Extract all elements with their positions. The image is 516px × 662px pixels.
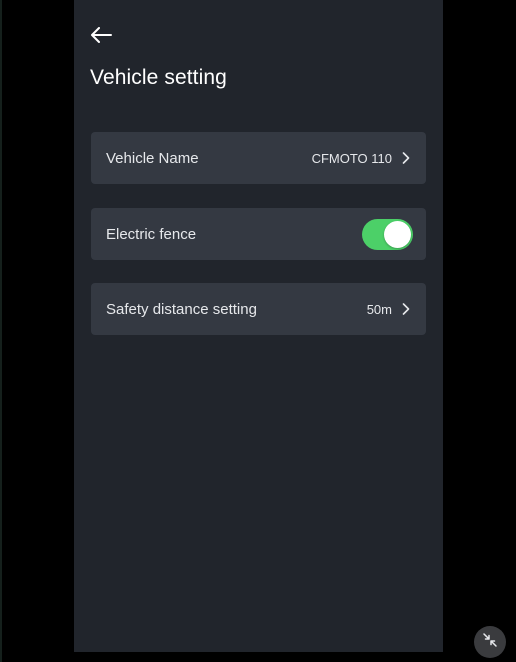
toggle-knob — [384, 220, 411, 248]
safety-distance-right: 50m — [367, 302, 412, 317]
collapse-button[interactable] — [474, 626, 506, 658]
page-title: Vehicle setting — [90, 66, 227, 89]
vehicle-name-right: CFMOTO 110 — [312, 151, 412, 166]
electric-fence-toggle[interactable] — [362, 218, 413, 250]
phone-screen: Vehicle setting Vehicle Name CFMOTO 110 … — [74, 0, 443, 652]
chevron-right-icon — [400, 302, 412, 316]
safety-distance-row[interactable]: Safety distance setting 50m — [91, 283, 426, 335]
safety-distance-value: 50m — [366, 301, 392, 317]
chevron-right-icon — [400, 151, 412, 165]
vehicle-name-value: CFMOTO 110 — [311, 150, 392, 166]
back-button[interactable] — [88, 24, 114, 50]
safety-distance-label: Safety distance setting — [106, 300, 257, 318]
vehicle-name-row[interactable]: Vehicle Name CFMOTO 110 — [91, 132, 426, 184]
electric-fence-label: Electric fence — [106, 225, 197, 243]
vehicle-name-label: Vehicle Name — [106, 149, 199, 167]
viewport: Vehicle setting Vehicle Name CFMOTO 110 … — [0, 0, 516, 662]
arrow-left-icon — [90, 26, 112, 48]
edge-line — [0, 0, 2, 662]
electric-fence-row: Electric fence — [91, 208, 426, 260]
collapse-arrows-icon — [482, 632, 498, 653]
